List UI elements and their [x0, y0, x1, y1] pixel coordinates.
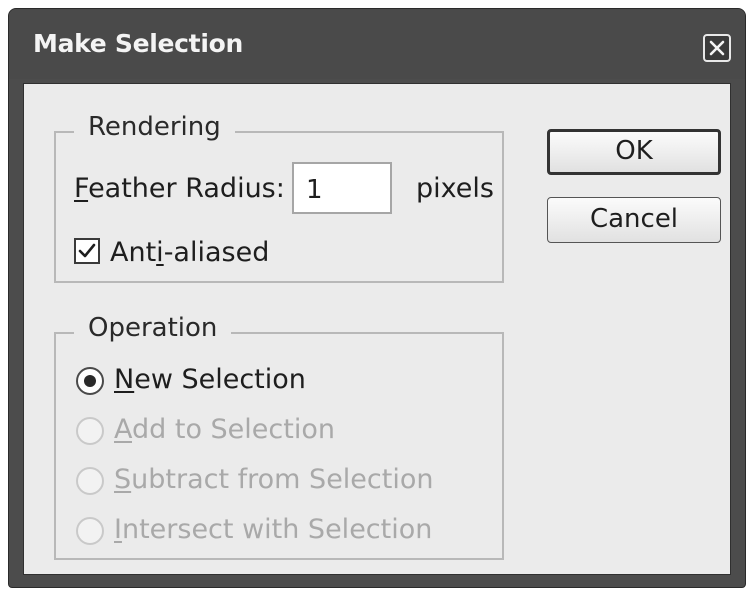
radio-new-selection-label[interactable]: New Selection — [114, 364, 306, 395]
radio-intersect-with-selection-label[interactable]: Intersect with Selection — [114, 514, 432, 545]
feather-radius-label: Feather Radius: — [74, 173, 285, 204]
close-button[interactable] — [703, 34, 731, 62]
feather-radius-input[interactable]: 1 — [292, 162, 392, 214]
make-selection-dialog: Make Selection Rendering Feather Radius:… — [8, 8, 746, 588]
rendering-group: Rendering Feather Radius: 1 pixels Anti-… — [54, 112, 504, 283]
close-icon — [709, 40, 725, 56]
dialog-body: Rendering Feather Radius: 1 pixels Anti-… — [23, 83, 731, 575]
anti-aliased-checkbox[interactable] — [74, 238, 100, 264]
checkmark-icon — [78, 243, 96, 258]
dialog-title: Make Selection — [33, 29, 243, 58]
radio-subtract-from-selection-label[interactable]: Subtract from Selection — [114, 464, 433, 495]
radio-selected-dot — [84, 375, 96, 387]
radio-new-selection[interactable] — [76, 367, 104, 395]
feather-unit-label: pixels — [416, 173, 494, 204]
cancel-button[interactable]: Cancel — [547, 197, 721, 243]
anti-aliased-label[interactable]: Anti-aliased — [110, 237, 269, 268]
radio-add-to-selection[interactable] — [76, 417, 104, 445]
radio-add-to-selection-label[interactable]: Add to Selection — [114, 414, 335, 445]
operation-legend: Operation — [74, 313, 232, 343]
ok-button[interactable]: OK — [547, 129, 721, 175]
operation-group: Operation New Selection Add to Selection… — [54, 313, 504, 560]
title-bar[interactable]: Make Selection — [9, 9, 745, 79]
radio-subtract-from-selection[interactable] — [76, 467, 104, 495]
radio-intersect-with-selection[interactable] — [76, 517, 104, 545]
rendering-legend: Rendering — [74, 112, 235, 142]
